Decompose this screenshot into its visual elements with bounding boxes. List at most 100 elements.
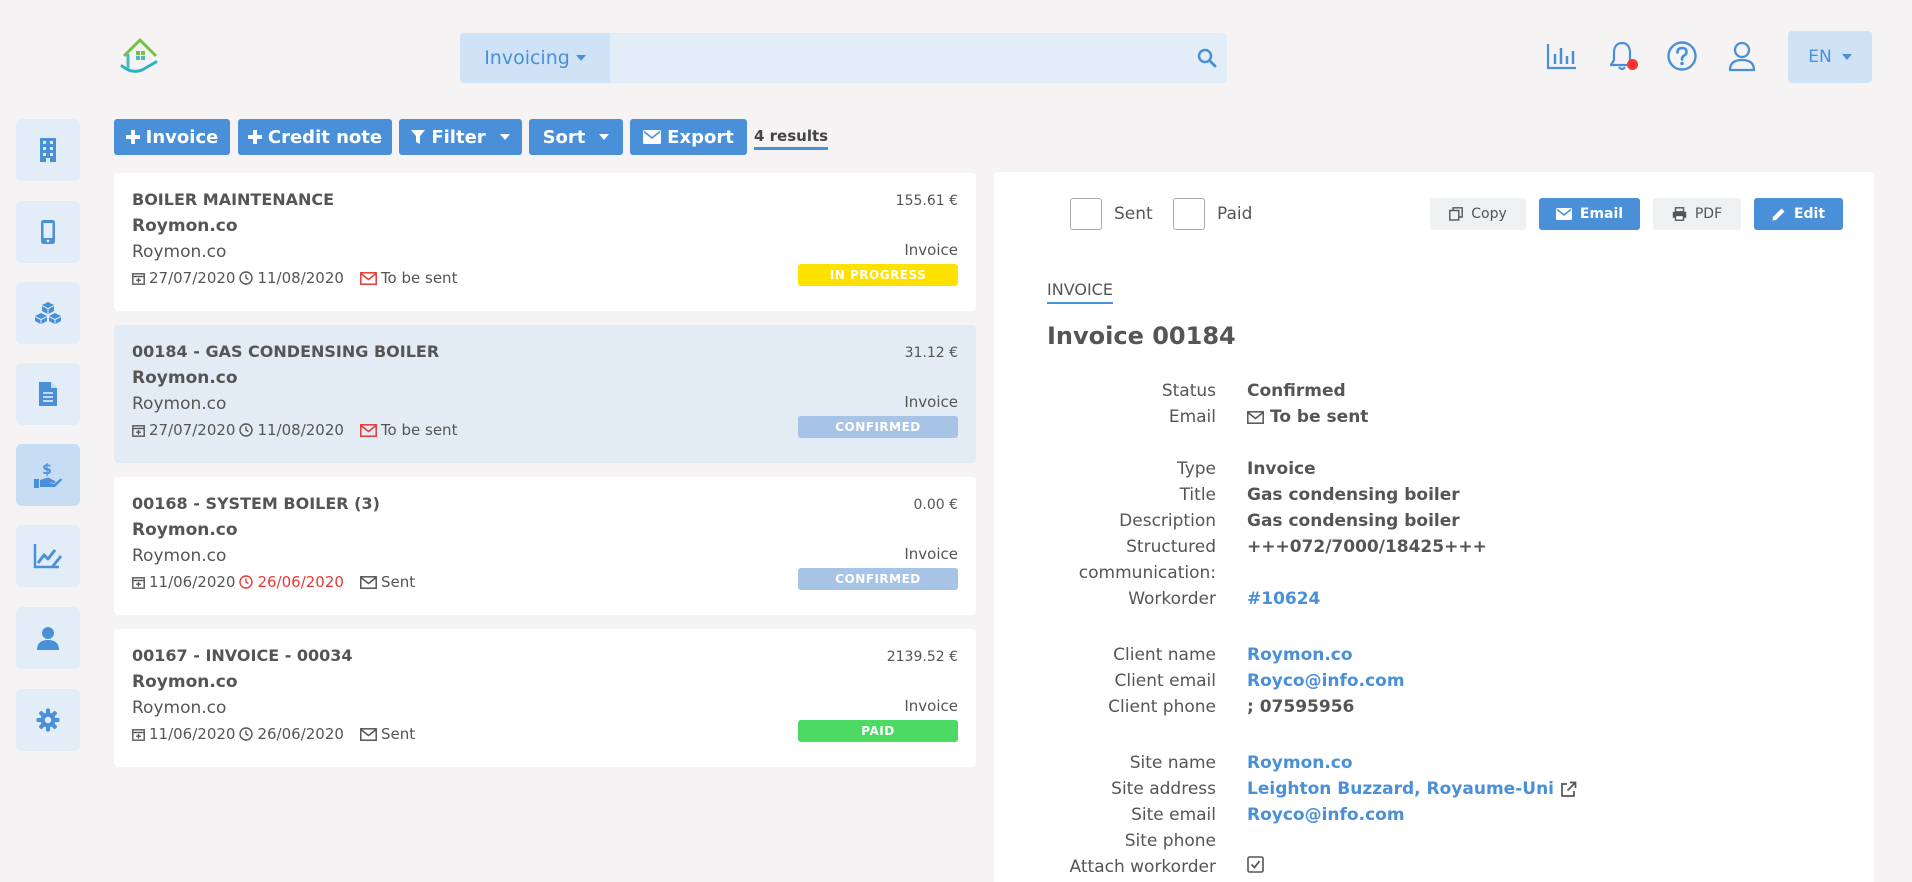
invoice-item-due-date: 11/08/2020 <box>257 269 344 287</box>
notification-badge <box>1627 59 1638 70</box>
hand-dollar-icon: $ <box>34 462 62 488</box>
status-badge: IN PROGRESS <box>798 264 958 286</box>
chevron-down-icon <box>1841 54 1852 60</box>
paid-checkbox-box[interactable] <box>1173 198 1205 230</box>
field-label: Email <box>1168 407 1216 427</box>
clock-icon <box>239 271 254 285</box>
sidebar-item-buildings[interactable] <box>16 119 80 181</box>
invoice-item-type: Invoice <box>904 241 958 259</box>
invoice-item-date: 27/07/2020 <box>149 421 236 439</box>
sort-button[interactable]: Sort <box>529 119 623 155</box>
invoice-item-client: Roymon.co <box>132 672 238 692</box>
invoice-item-date: 11/06/2020 <box>149 725 236 743</box>
workorder-link[interactable]: #10624 <box>1247 588 1320 610</box>
invoice-item-title: 00184 - GAS CONDENSING BOILER <box>132 342 440 361</box>
sidebar-item-reports[interactable] <box>16 525 80 587</box>
field-label: Structured <box>1126 537 1216 557</box>
invoice-item-date: 27/07/2020 <box>149 269 236 287</box>
search-input[interactable] <box>610 33 1187 83</box>
invoice-item-date: 11/06/2020 <box>149 573 236 591</box>
statistics-icon[interactable] <box>1544 38 1580 74</box>
pencil-icon <box>1772 208 1785 221</box>
invoice-item-amount: 0.00 € <box>913 497 958 513</box>
site-address-link[interactable]: Leighton Buzzard, Royaume-Uni <box>1247 778 1577 800</box>
envelope-icon <box>1247 410 1264 424</box>
user-account-icon[interactable] <box>1724 38 1760 74</box>
invoice-item-site: Roymon.co <box>132 698 227 718</box>
checked-box-icon <box>1247 856 1264 873</box>
calendar-icon <box>132 576 145 589</box>
sidebar-item-documents[interactable] <box>16 363 80 425</box>
sent-checkbox-label: Sent <box>1114 204 1153 224</box>
field-value: To be sent <box>1247 406 1368 428</box>
field-label: Site phone <box>1124 831 1216 851</box>
sent-checkbox[interactable]: Sent <box>1070 198 1153 230</box>
envelope-icon <box>1555 208 1572 220</box>
sort-label: Sort <box>542 126 586 148</box>
module-selector[interactable]: Invoicing <box>460 33 610 83</box>
status-badge: CONFIRMED <box>798 416 958 438</box>
invoice-item-site: Roymon.co <box>132 546 227 566</box>
gear-icon <box>36 708 60 732</box>
field-label: Client phone <box>1108 697 1216 717</box>
invoice-item-client: Roymon.co <box>132 520 238 540</box>
help-icon[interactable] <box>1664 38 1700 74</box>
invoice-item-title: 00167 - INVOICE - 00034 <box>132 646 353 665</box>
email-status-value: To be sent <box>1270 407 1369 427</box>
bell-icon[interactable] <box>1604 38 1640 74</box>
field-value: Gas condensing boiler <box>1247 485 1460 505</box>
clock-icon <box>239 575 254 589</box>
document-icon <box>39 382 57 406</box>
language-selector[interactable]: EN <box>1788 31 1872 83</box>
export-button[interactable]: Export <box>630 119 747 155</box>
email-label: Email <box>1579 206 1624 222</box>
client-email-link[interactable]: Royco@info.com <box>1247 670 1405 692</box>
field-value: +++072/7000/18425+++ <box>1247 537 1487 557</box>
invoice-item-type: Invoice <box>904 697 958 715</box>
new-credit-note-button[interactable]: Credit note <box>238 119 392 155</box>
app-logo[interactable] <box>118 34 162 78</box>
results-count[interactable]: 4 results <box>754 127 829 150</box>
field-label: Attach workorder <box>1069 857 1216 877</box>
email-button[interactable]: Email <box>1539 198 1640 230</box>
edit-button[interactable]: Edit <box>1754 198 1843 230</box>
field-label: Title <box>1179 485 1216 505</box>
field-label: Site address <box>1111 779 1216 799</box>
chevron-down-icon <box>575 55 586 61</box>
invoice-item-meta: 11/06/2020 26/06/2020 Sent <box>132 573 415 591</box>
envelope-icon <box>359 423 377 437</box>
copy-button[interactable]: Copy <box>1430 198 1526 230</box>
search-icon[interactable] <box>1187 33 1227 83</box>
invoice-list-item[interactable]: 00167 - INVOICE - 00034 Roymon.co Roymon… <box>114 629 976 767</box>
sidebar-item-stock[interactable] <box>16 282 80 344</box>
pdf-button[interactable]: PDF <box>1653 198 1741 230</box>
sidebar-item-settings[interactable] <box>16 689 80 751</box>
field-label: Description <box>1119 511 1216 531</box>
paid-checkbox[interactable]: Paid <box>1173 198 1252 230</box>
new-invoice-label: Invoice <box>145 126 219 148</box>
invoice-list-item[interactable]: BOILER MAINTENANCE Roymon.co Roymon.co 2… <box>114 173 976 311</box>
invoice-item-amount: 2139.52 € <box>886 649 958 665</box>
invoice-list-item[interactable]: 00184 - GAS CONDENSING BOILER Roymon.co … <box>114 325 976 463</box>
invoice-list-item[interactable]: 00168 - SYSTEM BOILER (3) Roymon.co Roym… <box>114 477 976 615</box>
field-label: Site email <box>1131 805 1216 825</box>
field-value: Invoice <box>1247 459 1316 479</box>
invoice-item-amount: 155.61 € <box>895 193 958 209</box>
site-name-link[interactable]: Roymon.co <box>1247 752 1353 774</box>
new-invoice-button[interactable]: Invoice <box>114 119 230 155</box>
site-email-link[interactable]: Royco@info.com <box>1247 804 1405 826</box>
sidebar-item-invoicing[interactable]: $ <box>16 444 80 506</box>
client-name-link[interactable]: Roymon.co <box>1247 644 1353 666</box>
field-label: Client email <box>1114 671 1216 691</box>
copy-icon <box>1449 207 1464 221</box>
sidebar-item-users[interactable] <box>16 607 80 669</box>
field-label: Workorder <box>1128 589 1216 609</box>
invoice-item-due-date: 26/06/2020 <box>257 725 344 743</box>
sent-checkbox-box[interactable] <box>1070 198 1102 230</box>
invoice-item-type: Invoice <box>904 545 958 563</box>
status-badge: CONFIRMED <box>798 568 958 590</box>
external-link-icon[interactable] <box>1560 781 1577 798</box>
sidebar-item-mobile[interactable] <box>16 201 80 263</box>
paid-checkbox-label: Paid <box>1217 204 1253 224</box>
filter-button[interactable]: Filter <box>399 119 522 155</box>
